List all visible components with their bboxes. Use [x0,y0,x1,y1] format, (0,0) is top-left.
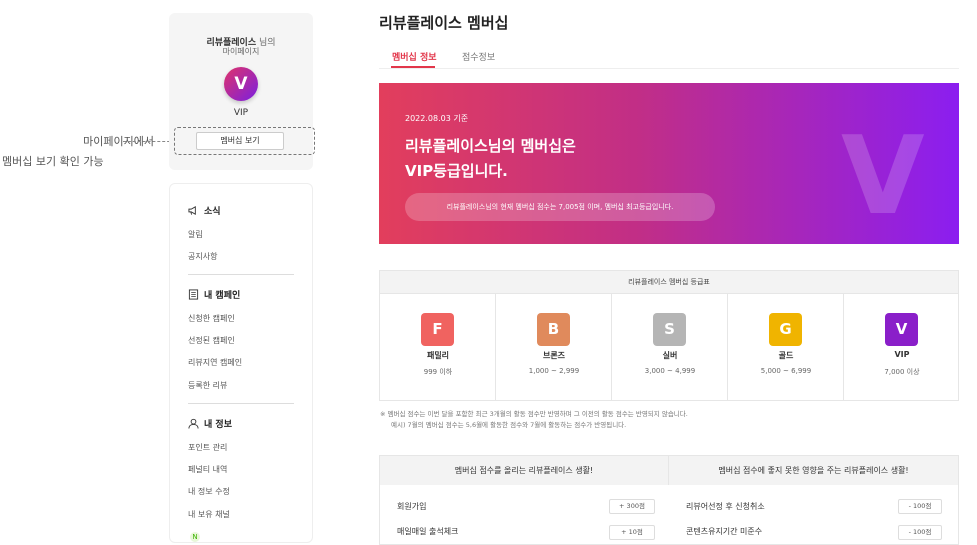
membership-banner: V 2022.08.03 기준 리뷰플레이스님의 멤버십은 VIP등급입니다. … [379,83,959,244]
grade-table-title: 리뷰플레이스 멤버십 등급표 [380,271,958,294]
grade-badge-bronze: B [537,313,570,346]
annotation-line-2: 멤버십 보기 확인 가능 [2,155,104,168]
grade-cell-gold: G 골드 5,000 ~ 6,999 [728,294,844,400]
profile-grade: VIP [233,108,249,118]
menu-item-registered-review[interactable]: 등록한 리뷰 [188,380,227,391]
menu-header-news[interactable]: 소식 [188,204,221,217]
grade-badge-gold: G [769,313,802,346]
menu-item-applied-campaign[interactable]: 신청한 캠페인 [188,313,235,324]
menu-header-campaign[interactable]: 내 캠페인 [188,288,240,301]
grade-range: 1,000 ~ 2,999 [528,367,580,375]
grade-range: 999 이하 [423,368,453,376]
score-points-badge: - 100점 [898,499,942,514]
document-icon [188,289,199,300]
banner-score-pill: 리뷰플레이스님의 현재 멤버십 점수는 7,005점 이며, 멤버십 최고등급입… [405,193,715,221]
menu-item-points[interactable]: 포인트 관리 [188,442,227,453]
grade-name: 실버 [662,351,678,360]
score-note-1: ※ 멤버십 점수는 이번 달을 포함한 최근 3개월의 활동 점수만 반영하며 … [380,410,688,418]
grade-badge-vip: V [885,313,918,346]
menu-header-info[interactable]: 내 정보 [188,417,232,430]
tab-score-info[interactable]: 점수정보 [462,50,495,63]
menu-item-notices[interactable]: 공지사항 [188,251,217,262]
tab-membership-info[interactable]: 멤버십 정보 [392,50,437,63]
side-menu: 소식 알림 공지사항 내 캠페인 신청한 캠페인 선정된 캠페인 리뷰지연 캠페… [169,183,313,543]
score-points-badge: - 100점 [898,525,942,540]
menu-item-edit-info[interactable]: 내 정보 수정 [188,486,230,497]
grade-name: 패밀리 [426,351,450,360]
naver-channel-icon: N [190,532,200,542]
score-table-negative-header: 멤버십 점수에 좋지 못한 영향을 주는 리뷰플레이스 생활! [669,456,958,485]
menu-item-channels[interactable]: 내 보유 채널 [188,509,230,520]
annotation-highlight-box [174,127,315,155]
grade-name: VIP [894,350,910,359]
profile-subtitle: 마이페이지 [222,47,260,56]
tab-divider [379,68,959,69]
score-points-badge: + 10점 [609,525,655,540]
menu-item-selected-campaign[interactable]: 선정된 캠페인 [188,335,235,346]
page-title: 리뷰플레이스 멤버십 [379,14,509,32]
grade-name: 골드 [778,351,794,360]
grade-cell-family: F 패밀리 999 이하 [380,294,496,400]
menu-divider [188,403,294,404]
score-table: 멤버십 점수를 올리는 리뷰플레이스 생활! 멤버십 점수에 좋지 못한 영향을… [379,455,959,545]
score-row-label: 콘텐츠유지기간 미준수 [686,527,763,536]
score-row-label: 매일매일 출석체크 [397,527,459,536]
grade-name: 브론즈 [542,351,566,360]
grade-table: 리뷰플레이스 멤버십 등급표 F 패밀리 999 이하 B 브론즈 1,000 … [379,270,959,401]
grade-cell-bronze: B 브론즈 1,000 ~ 2,999 [496,294,612,400]
grade-range: 3,000 ~ 4,999 [644,367,696,375]
menu-header-info-label: 내 정보 [204,420,232,430]
grade-range: 7,000 이상 [884,368,920,376]
grade-badge-family: F [421,313,454,346]
menu-item-penalty[interactable]: 페널티 내역 [188,464,227,475]
menu-item-delayed-campaign[interactable]: 리뷰지연 캠페인 [188,357,242,368]
score-row-label: 리뷰어선정 후 신청취소 [686,502,765,511]
annotation-connector [123,141,175,142]
score-table-positive-header: 멤버십 점수를 올리는 리뷰플레이스 생활! [380,456,669,485]
menu-header-campaign-label: 내 캠페인 [204,291,241,301]
vip-grade-badge: V [224,67,258,101]
menu-header-news-label: 소식 [204,207,221,217]
megaphone-icon [188,206,196,215]
banner-watermark: V [841,114,925,239]
banner-date: 2022.08.03 기준 [405,114,469,123]
grade-cell-silver: S 실버 3,000 ~ 4,999 [612,294,728,400]
grade-badge-silver: S [653,313,686,346]
grade-cell-vip: V VIP 7,000 이상 [844,294,960,400]
active-tab-underline [391,66,435,68]
grade-range: 5,000 ~ 6,999 [760,367,812,375]
score-row-label: 회원가입 [397,502,427,511]
banner-headline-1: 리뷰플레이스님의 멤버십은 [405,137,576,155]
person-icon [188,418,199,429]
banner-headline-2: VIP등급입니다. [405,162,508,180]
score-points-badge: + 300점 [609,499,655,514]
score-note-2: 예시) 7월의 멤버십 점수는 5,6월에 활동한 점수와 7월에 활동하는 점… [391,421,627,429]
menu-divider [188,274,294,275]
menu-item-notifications[interactable]: 알림 [188,229,203,240]
